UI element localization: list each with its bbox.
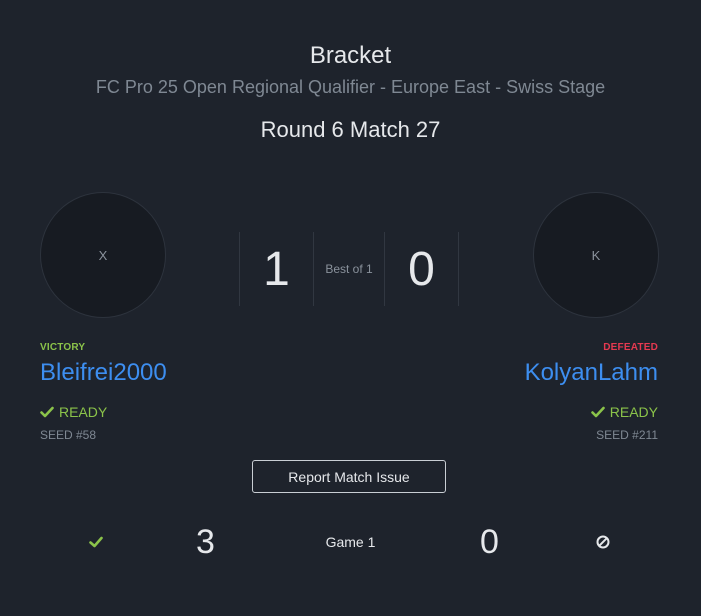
score-left-box: 1: [240, 232, 313, 306]
page-title: Bracket: [309, 42, 392, 69]
score-right: 0: [408, 242, 435, 296]
score-divider: [458, 232, 459, 306]
result-badge-defeated: DEFEATED: [603, 342, 658, 353]
player-left-seed: SEED #58: [40, 428, 97, 442]
avatar-left: X: [40, 192, 166, 318]
game-score-right: 0: [480, 523, 499, 561]
player-left-ready-status: READY: [40, 404, 107, 420]
best-of-label: Best of 1: [325, 262, 373, 276]
check-icon: [590, 406, 605, 418]
player-left-name-link[interactable]: Bleifrei2000: [40, 359, 167, 387]
tournament-name: FC Pro 25 Open Regional Qualifier - Euro…: [95, 77, 606, 97]
ready-label: READY: [609, 404, 658, 420]
player-right-name-link[interactable]: KolyanLahm: [525, 359, 658, 387]
ready-label: READY: [59, 404, 108, 420]
score-right-box: 0: [385, 232, 458, 306]
best-of-box: Best of 1: [314, 232, 384, 306]
forfeit-icon: [596, 535, 610, 549]
player-right-ready-status: READY: [590, 404, 658, 420]
avatar-left-initial: X: [98, 247, 108, 263]
avatar-right: K: [533, 192, 659, 318]
avatar-right-initial: K: [591, 247, 601, 263]
player-right-seed: SEED #211: [596, 428, 658, 442]
result-badge-victory: VICTORY: [40, 342, 86, 353]
report-match-issue-button[interactable]: Report Match Issue: [252, 460, 446, 493]
check-icon: [40, 406, 54, 418]
score-left: 1: [263, 242, 290, 296]
match-round-title: Round 6 Match 27: [260, 117, 441, 142]
